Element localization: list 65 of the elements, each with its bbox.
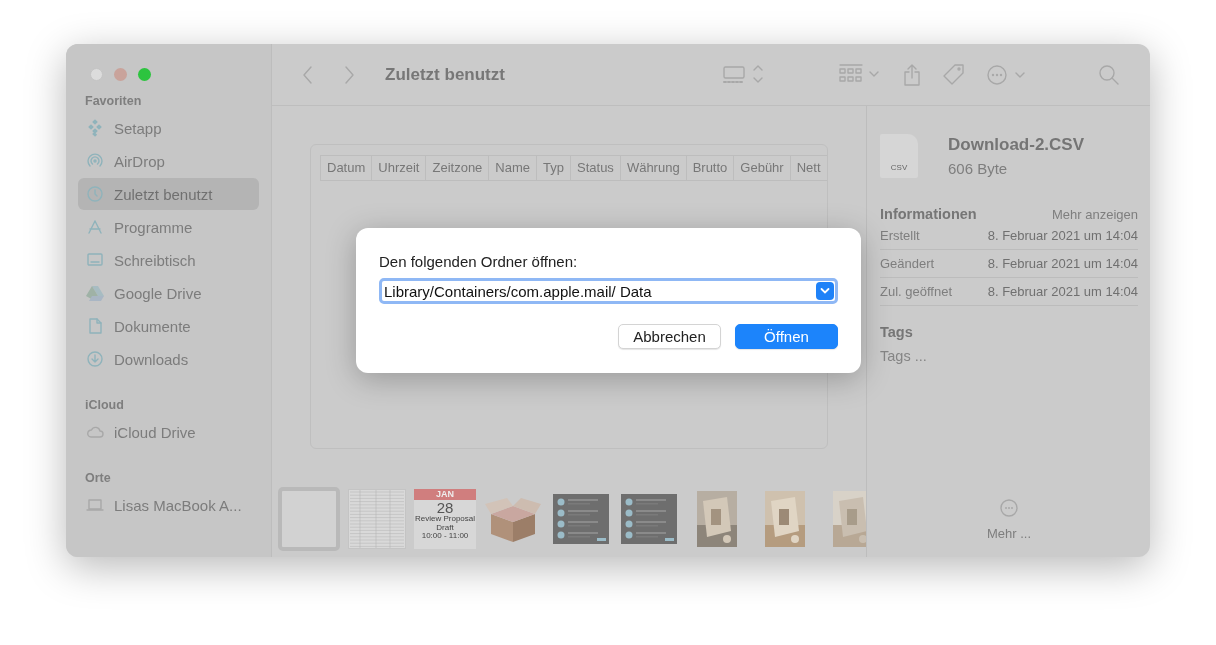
blank-thumbnail[interactable] — [278, 487, 340, 551]
download-icon — [86, 350, 104, 368]
sidebar-item[interactable]: iCloud Drive — [78, 416, 259, 448]
section-heading: Tags — [880, 324, 914, 340]
file-icon: CSV — [880, 134, 918, 178]
search-icon[interactable] — [1098, 63, 1120, 86]
more-icon[interactable] — [999, 498, 1019, 518]
show-more-link[interactable]: Mehr anzeigen — [1052, 207, 1138, 222]
column-header: Datum — [321, 156, 373, 180]
more-icon[interactable] — [986, 62, 1026, 87]
screenshot-thumbnail[interactable] — [621, 494, 677, 544]
diamond-cluster-icon — [86, 119, 104, 137]
file-size: 606 Byte — [948, 160, 1009, 177]
column-header: Uhrzeit — [372, 156, 427, 180]
sidebar-item[interactable]: Lisas MacBook A... — [78, 489, 259, 521]
section-heading: Favoriten — [84, 93, 143, 110]
zoom-button[interactable] — [138, 68, 151, 81]
tags-field[interactable]: Tags ... — [880, 348, 927, 364]
sidebar-item[interactable]: AirDrop — [78, 145, 259, 177]
back-button[interactable] — [302, 64, 314, 85]
prompt-label: Den folgenden Ordner öffnen: — [379, 253, 579, 270]
laptop-icon — [86, 496, 104, 514]
info-value: 8. Februar 2021 um 14:04 — [987, 284, 1138, 299]
screenshot-thumbnail[interactable] — [553, 494, 609, 544]
clock-icon — [86, 185, 104, 203]
minimize-button[interactable] — [114, 68, 127, 81]
document-icon — [86, 317, 104, 335]
column-header: Zeitzone — [426, 156, 490, 180]
more-button[interactable]: Mehr ... — [986, 526, 1032, 541]
spreadsheet-thumbnail[interactable] — [348, 489, 406, 549]
cancel-button[interactable]: Abbrechen — [618, 324, 721, 349]
section-heading: iCloud — [84, 397, 125, 414]
dropdown-button[interactable] — [816, 282, 834, 300]
info-value: 8. Februar 2021 um 14:04 — [987, 256, 1138, 271]
tag-icon[interactable] — [942, 62, 966, 87]
column-header: Status — [571, 156, 621, 180]
column-header: Brutto — [686, 156, 735, 180]
sidebar-item[interactable]: Setapp — [78, 112, 259, 144]
info-label: Geändert — [880, 256, 935, 271]
sidebar-item[interactable]: Programme — [78, 211, 259, 243]
calendar-thumbnail[interactable]: JAN 28 Review Proposal Draft 10:00 - 11:00 — [414, 489, 476, 549]
info-label: Zul. geöffnet — [880, 284, 953, 299]
sidebar-item[interactable]: Schreibtisch — [78, 244, 259, 276]
open-button[interactable]: Öffnen — [735, 324, 838, 349]
close-button[interactable] — [90, 68, 103, 81]
section-heading: Informationen — [880, 206, 977, 222]
chevron-icon — [820, 287, 830, 295]
desktop-icon — [86, 251, 104, 269]
column-header: Nett — [790, 156, 827, 180]
column-header: Name — [489, 156, 538, 180]
info-label: Erstellt — [880, 228, 920, 243]
column-header: Währung — [620, 156, 687, 180]
file-name: Download-2.CSV — [948, 135, 1084, 155]
sidebar-item[interactable]: Zuletzt benutzt — [78, 178, 259, 210]
share-icon[interactable] — [902, 62, 922, 87]
sidebar-item[interactable]: Dokumente — [78, 310, 259, 342]
section-heading: Orte — [84, 470, 112, 487]
column-header: Typ — [537, 156, 571, 180]
info-value: 8. Februar 2021 um 14:04 — [987, 228, 1138, 243]
window-title: Zuletzt benutzt — [385, 64, 505, 85]
forward-button[interactable] — [343, 64, 355, 85]
path-field[interactable]: Library/Containers/com.apple.mail/ Data — [379, 278, 838, 304]
column-header: Gebühr — [734, 156, 791, 180]
sidebar-item[interactable]: Google Drive — [78, 277, 259, 309]
sidebar-item[interactable]: Downloads — [78, 343, 259, 375]
